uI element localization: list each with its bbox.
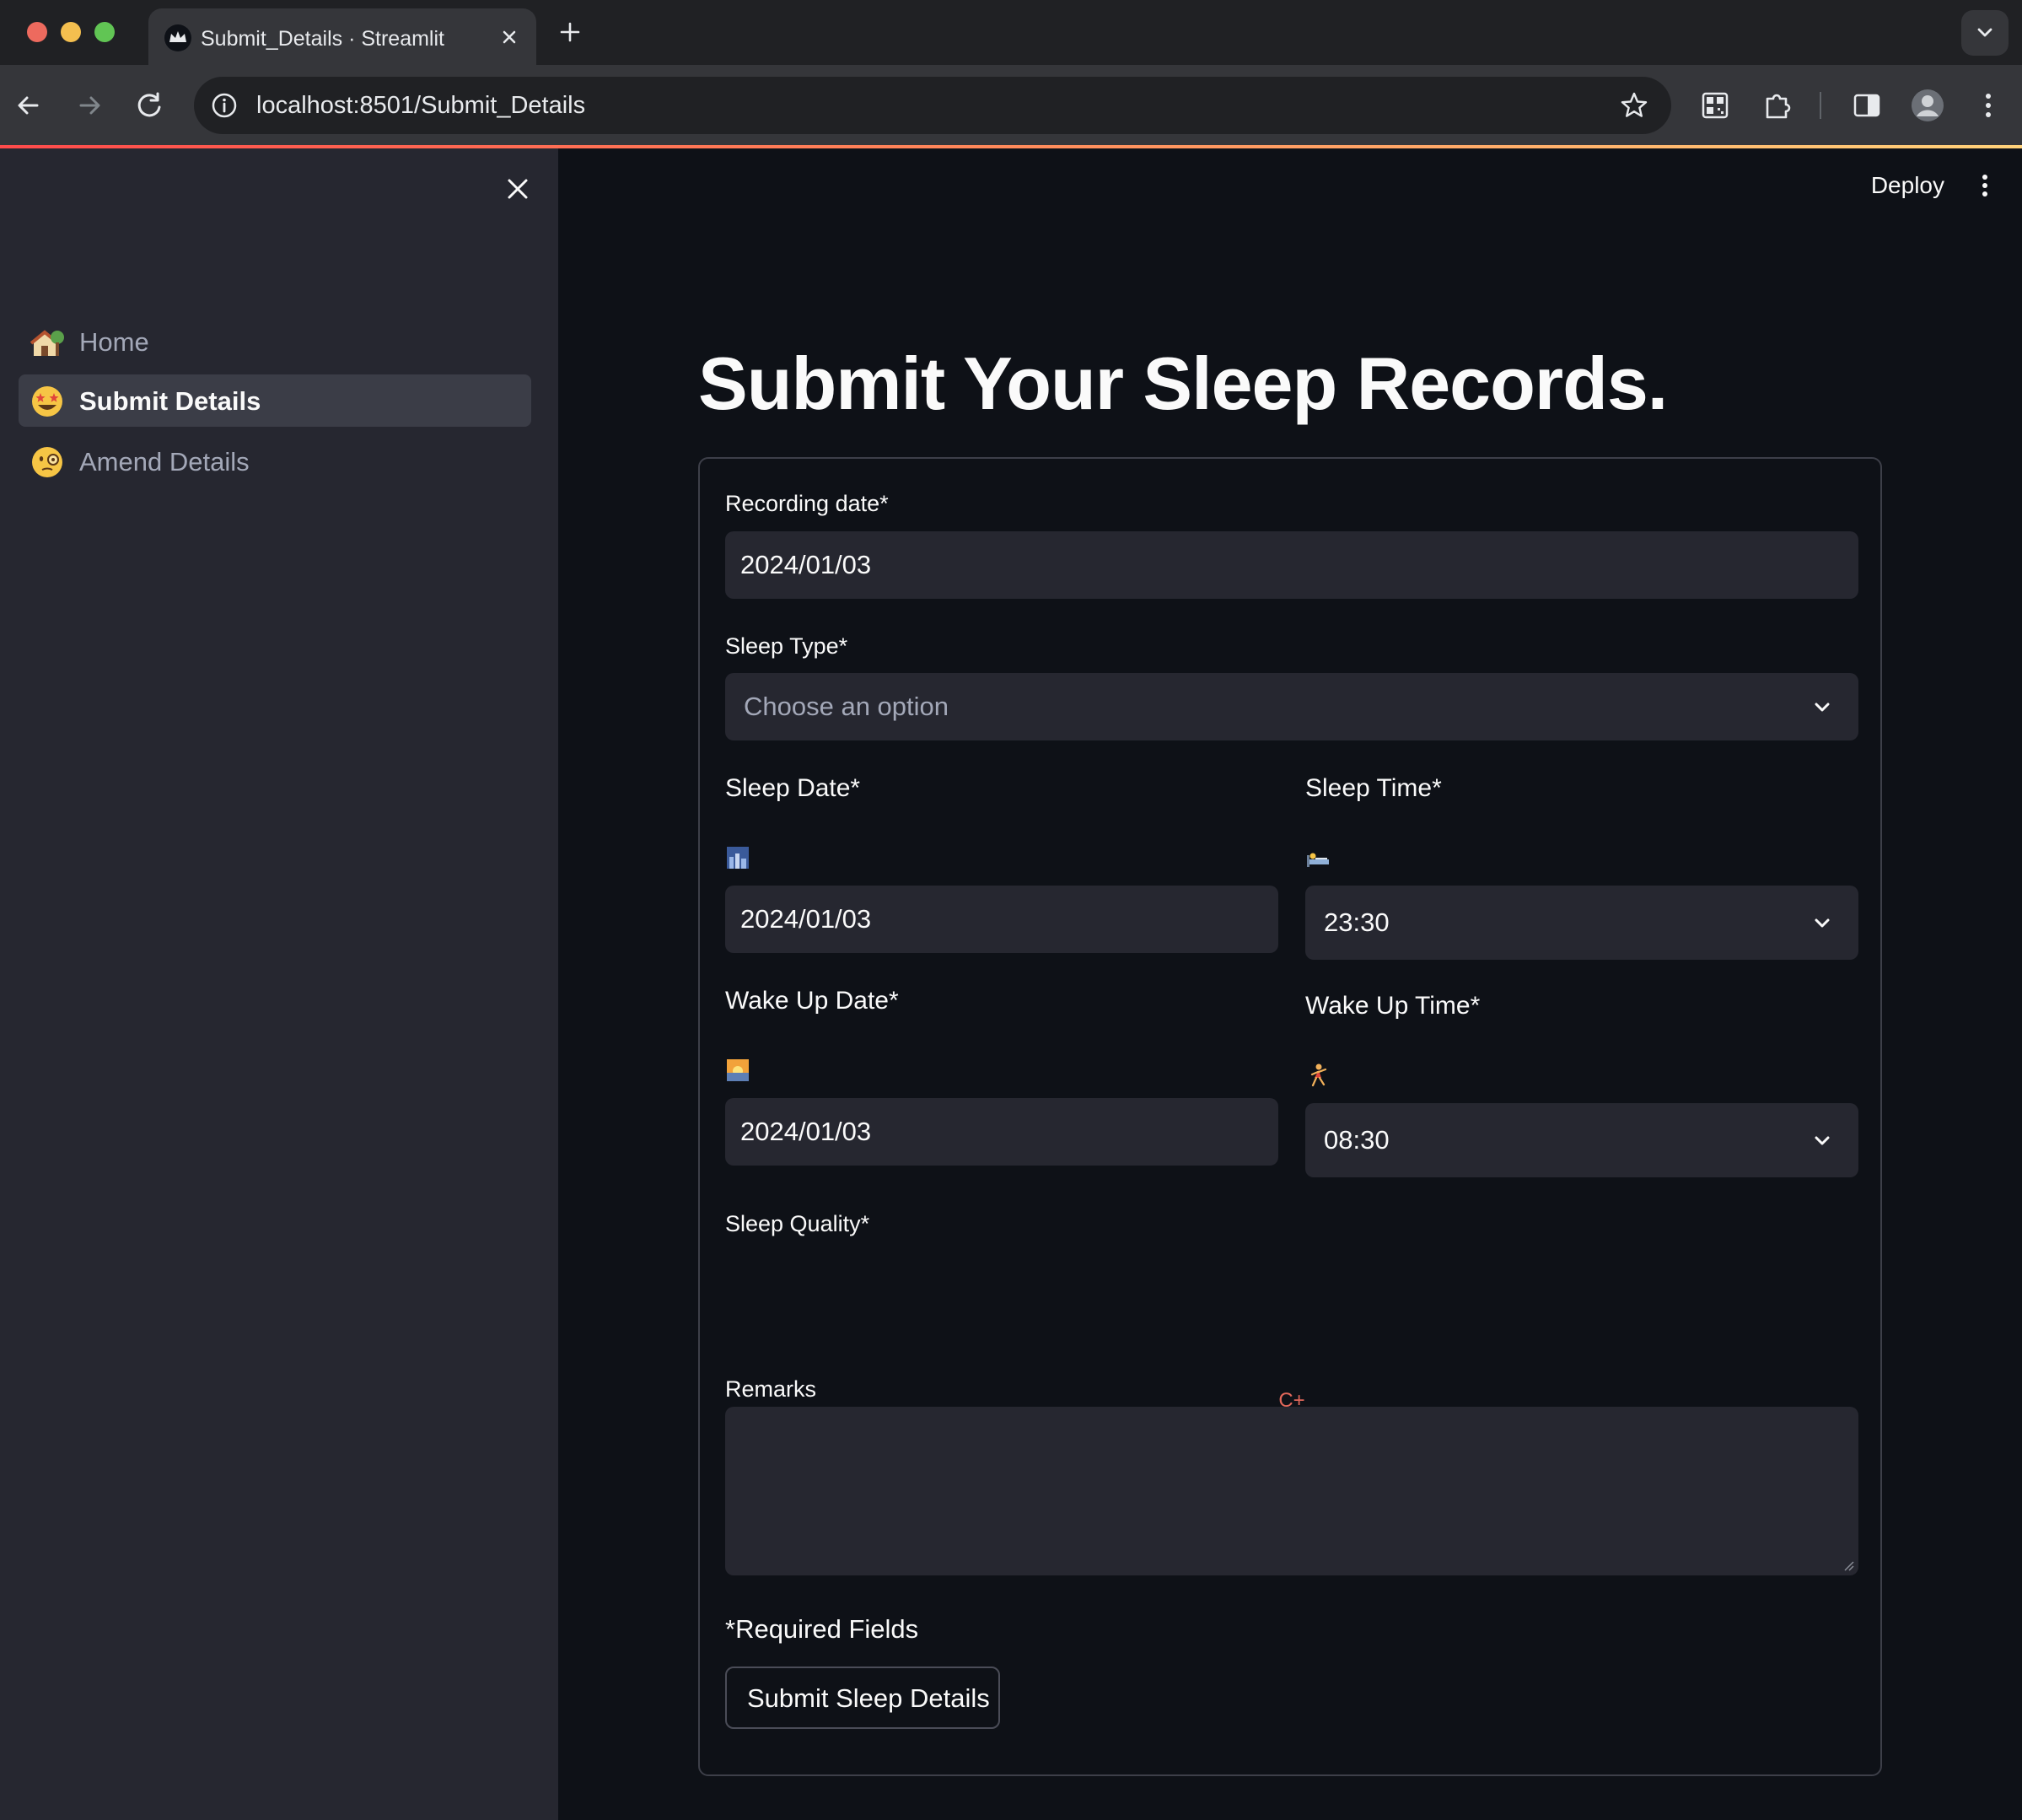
remarks-textarea[interactable] bbox=[725, 1407, 1858, 1575]
recording-date-input[interactable]: 2024/01/03 bbox=[725, 531, 1858, 599]
sleep-time-value: 23:30 bbox=[1324, 907, 1390, 937]
dancer-icon bbox=[1310, 1063, 1327, 1087]
sleep-type-label: Sleep Type* bbox=[725, 633, 848, 659]
sleep-record-form: Recording date* 2024/01/03 Sleep Type* C… bbox=[698, 457, 1882, 1776]
submit-sleep-details-button[interactable]: Submit Sleep Details bbox=[725, 1667, 1000, 1729]
tab-search-button[interactable] bbox=[1961, 10, 2009, 56]
chevron-down-icon bbox=[1815, 1136, 1830, 1145]
window-zoom-button[interactable] bbox=[94, 22, 115, 42]
window-close-button[interactable] bbox=[27, 22, 47, 42]
wake-up-date-value: 2024/01/03 bbox=[740, 1117, 872, 1146]
sidebar-item-label: Submit Details bbox=[79, 386, 261, 416]
side-panel-icon[interactable] bbox=[1847, 85, 1887, 126]
qr-code-icon[interactable] bbox=[1695, 85, 1735, 126]
extensions-puzzle-icon[interactable] bbox=[1757, 85, 1798, 126]
forward-arrow-icon[interactable] bbox=[71, 87, 108, 124]
house-with-garden-icon bbox=[30, 330, 64, 356]
sidebar-item-label: Amend Details bbox=[79, 447, 250, 477]
sleep-type-placeholder: Choose an option bbox=[744, 692, 949, 721]
sidebar-item-label: Home bbox=[79, 327, 149, 357]
window-minimize-button[interactable] bbox=[61, 22, 81, 42]
remarks-label: Remarks bbox=[725, 1376, 817, 1402]
streamlit-crown-icon bbox=[164, 24, 191, 51]
app-menu-icon[interactable] bbox=[1970, 170, 2000, 201]
chevron-down-icon bbox=[1815, 703, 1830, 712]
required-fields-note: *Required Fields bbox=[725, 1614, 919, 1644]
close-tab-icon[interactable] bbox=[497, 25, 521, 49]
site-info-icon[interactable] bbox=[211, 92, 238, 119]
wake-up-time-value: 08:30 bbox=[1324, 1125, 1390, 1155]
page-title: Submit Your Sleep Records. bbox=[698, 342, 1668, 425]
sleep-date-label: Sleep Date* bbox=[725, 774, 861, 802]
resize-grip-icon[interactable] bbox=[1842, 1559, 1855, 1572]
browser-toolbar: localhost:8501/Submit_Details bbox=[0, 65, 2022, 145]
wake-up-time-label: Wake Up Time* bbox=[1305, 992, 1481, 1020]
sleep-date-input[interactable]: 2024/01/03 bbox=[725, 886, 1278, 953]
recording-date-value: 2024/01/03 bbox=[740, 550, 872, 579]
recording-date-label: Recording date* bbox=[725, 491, 889, 516]
sleep-type-select[interactable]: Choose an option bbox=[725, 673, 1858, 740]
close-sidebar-icon[interactable] bbox=[503, 174, 533, 204]
browser-tab-bar: Submit_Details · Streamlit bbox=[0, 0, 2022, 65]
person-in-bed-icon bbox=[1307, 853, 1329, 867]
submit-button-label: Submit Sleep Details bbox=[747, 1683, 990, 1713]
sleep-quality-label: Sleep Quality* bbox=[725, 1211, 870, 1236]
sunrise-icon bbox=[727, 1059, 749, 1081]
sidebar-item-submit-details[interactable]: Submit Details bbox=[19, 374, 531, 427]
browser-tab-title: Submit_Details · Streamlit bbox=[201, 27, 444, 51]
sleep-date-value: 2024/01/03 bbox=[740, 904, 872, 934]
wake-up-date-input[interactable]: 2024/01/03 bbox=[725, 1098, 1278, 1166]
sidebar: Home Submit Details Amend Details bbox=[0, 148, 558, 1820]
profile-avatar-icon[interactable] bbox=[1907, 85, 1948, 126]
main-content: Deploy Submit Your Sleep Records. Record… bbox=[558, 148, 2022, 1820]
reload-icon[interactable] bbox=[132, 87, 169, 124]
chevron-down-icon bbox=[1815, 918, 1830, 928]
sidebar-item-home[interactable]: Home bbox=[19, 315, 531, 368]
wake-up-date-label: Wake Up Date* bbox=[725, 987, 899, 1015]
star-struck-face-icon bbox=[32, 386, 62, 417]
sleep-time-select[interactable]: 23:30 bbox=[1305, 886, 1858, 960]
chevron-down-icon bbox=[1977, 28, 1992, 37]
address-bar[interactable]: localhost:8501/Submit_Details bbox=[194, 77, 1671, 134]
sleep-time-label: Sleep Time* bbox=[1305, 774, 1442, 802]
deploy-button[interactable]: Deploy bbox=[1871, 172, 1944, 199]
toolbar-divider bbox=[1820, 92, 1821, 119]
night-city-icon bbox=[727, 847, 749, 869]
bookmark-star-icon[interactable] bbox=[1619, 90, 1649, 121]
browser-tab-active[interactable]: Submit_Details · Streamlit bbox=[148, 8, 536, 65]
sidebar-item-amend-details[interactable]: Amend Details bbox=[19, 435, 531, 487]
wake-up-time-select[interactable]: 08:30 bbox=[1305, 1103, 1858, 1177]
back-arrow-icon[interactable] bbox=[10, 87, 47, 124]
address-url: localhost:8501/Submit_Details bbox=[256, 92, 586, 119]
browser-menu-icon[interactable] bbox=[1968, 85, 2009, 126]
face-with-monocle-icon bbox=[32, 447, 62, 477]
new-tab-plus-icon[interactable] bbox=[557, 19, 583, 46]
